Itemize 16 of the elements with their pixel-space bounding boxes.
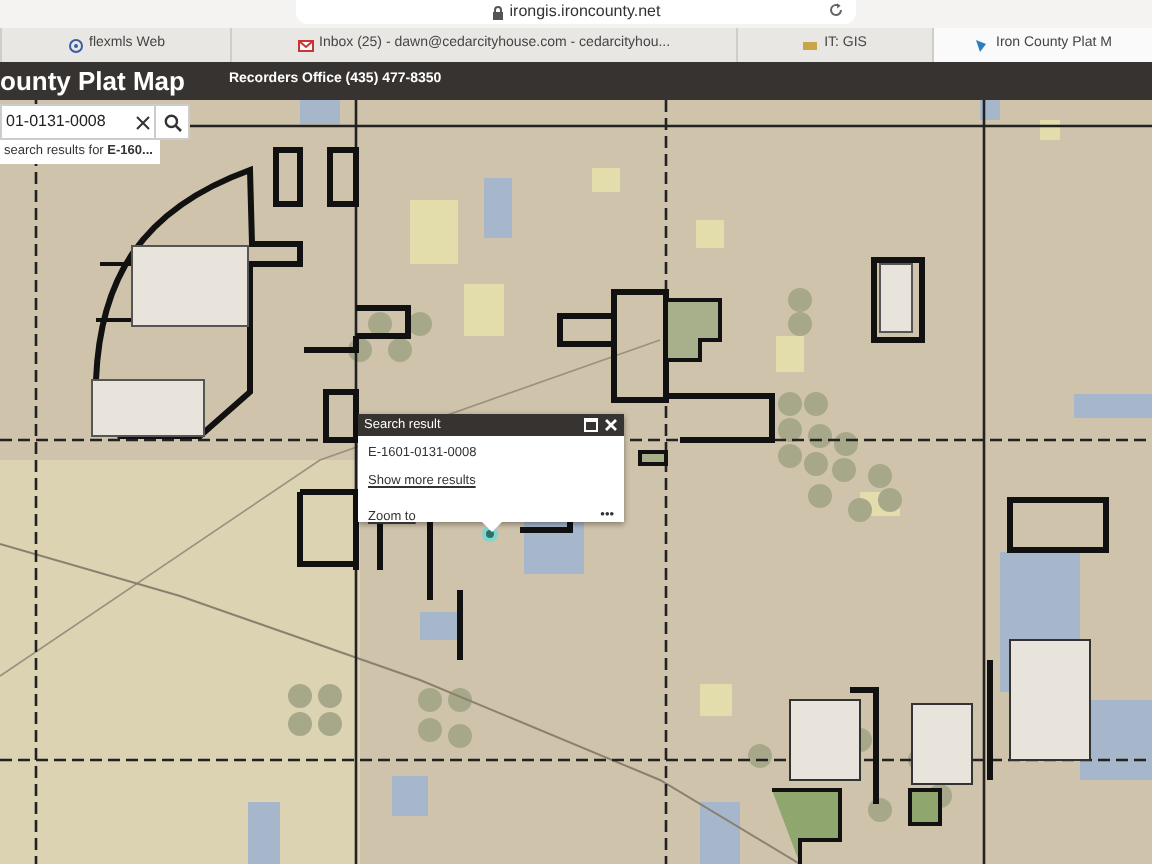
mail-icon <box>297 37 313 53</box>
maximize-icon[interactable] <box>584 418 598 432</box>
close-icon <box>136 115 150 129</box>
search-button[interactable] <box>154 104 190 140</box>
clear-button[interactable] <box>132 104 154 140</box>
circle-icon <box>67 37 83 53</box>
search-icon <box>163 113 181 131</box>
search-field[interactable]: 01-0131-0008 <box>0 104 132 140</box>
reload-icon[interactable] <box>828 2 844 18</box>
folder-icon <box>802 37 819 53</box>
close-icon[interactable] <box>604 418 618 432</box>
page-icon <box>974 37 990 53</box>
lock-icon <box>491 5 504 19</box>
url-text: irongis.ironcounty.net <box>509 0 661 24</box>
address-bar[interactable]: irongis.ironcounty.net <box>296 0 856 24</box>
app-title: ounty Plat Map <box>0 63 185 100</box>
